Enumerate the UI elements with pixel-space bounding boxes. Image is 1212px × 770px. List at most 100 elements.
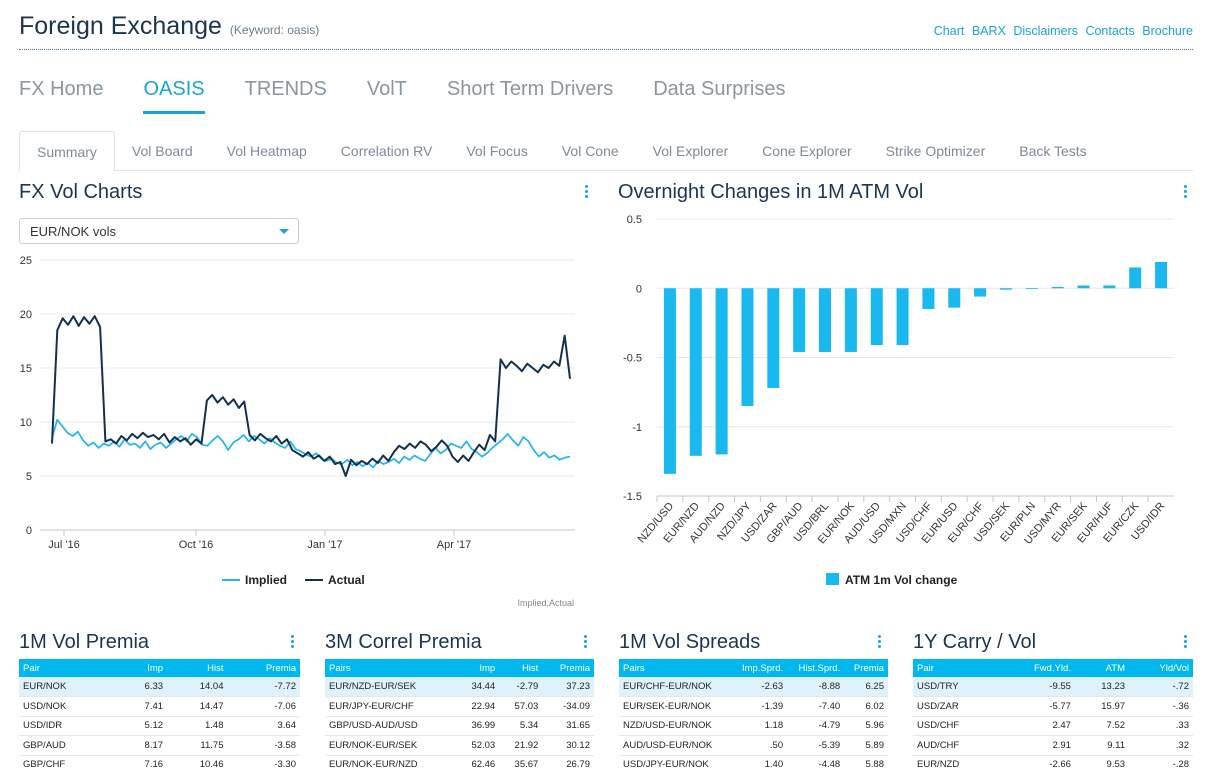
tab-vol-focus[interactable]: Vol Focus bbox=[449, 131, 544, 171]
tab-vol-board[interactable]: Vol Board bbox=[115, 131, 210, 171]
tab-strike-optimizer[interactable]: Strike Optimizer bbox=[869, 131, 1003, 171]
table-row[interactable]: EUR/SEK-EUR/NOK -1.39 -7.40 6.02 bbox=[619, 696, 888, 717]
nav-volt[interactable]: VolT bbox=[367, 78, 407, 114]
tab-back-tests[interactable]: Back Tests bbox=[1002, 131, 1103, 171]
table-cell: -.72 bbox=[1129, 677, 1193, 697]
column-header[interactable]: Imp bbox=[456, 659, 500, 677]
table-cell: -7.06 bbox=[227, 696, 300, 717]
link-disclaimers[interactable]: Disclaimers bbox=[1013, 24, 1078, 38]
bar bbox=[715, 288, 728, 455]
table-row[interactable]: USD/NOK 7.41 14.47 -7.06 bbox=[19, 696, 300, 717]
table-cell: 2.91 bbox=[998, 735, 1075, 756]
table-cell: EUR/NOK-EUR/SEK bbox=[325, 735, 457, 756]
column-header[interactable]: Yld/Vol bbox=[1129, 659, 1193, 677]
table-cell: -.36 bbox=[1129, 696, 1193, 717]
x-tick-label: Jan '17 bbox=[307, 539, 342, 551]
y-tick-label: 0 bbox=[636, 283, 642, 295]
bar bbox=[1155, 261, 1168, 289]
nav-fx-home[interactable]: FX Home bbox=[19, 78, 103, 114]
fx-vol-menu-icon[interactable] bbox=[585, 185, 589, 199]
link-contacts[interactable]: Contacts bbox=[1085, 24, 1134, 38]
bar bbox=[999, 288, 1012, 290]
page-title-text: Foreign Exchange bbox=[19, 12, 222, 40]
table-cell: -9.55 bbox=[998, 677, 1075, 697]
column-header[interactable]: Imp bbox=[116, 659, 168, 677]
table-row[interactable]: GBP/USD-AUD/USD 36.99 5.34 31.65 bbox=[325, 716, 594, 736]
table-cell: 15.97 bbox=[1074, 696, 1130, 717]
tab-cone-explorer[interactable]: Cone Explorer bbox=[745, 131, 869, 171]
table-cell: AUD/USD-EUR/NOK bbox=[619, 735, 731, 756]
vol-premia-menu-icon[interactable] bbox=[291, 635, 295, 649]
table-row[interactable]: USD/TRY -9.55 13.23 -.72 bbox=[913, 677, 1193, 697]
column-header[interactable]: Pair bbox=[19, 659, 117, 677]
table-cell: -2.79 bbox=[499, 677, 543, 697]
table-row[interactable]: EUR/CHF-EUR/NOK -2.63 -8.88 6.25 bbox=[619, 677, 888, 697]
table-cell: USD/ZAR bbox=[913, 696, 999, 717]
table-cell: 1.40 bbox=[730, 755, 788, 770]
table-cell: 10.46 bbox=[167, 755, 228, 770]
table-cell: 34.44 bbox=[456, 677, 500, 697]
bar bbox=[663, 288, 676, 474]
link-barx[interactable]: BARX bbox=[972, 24, 1006, 38]
table-cell: -4.79 bbox=[787, 716, 845, 736]
link-brochure[interactable]: Brochure bbox=[1142, 24, 1193, 38]
column-header[interactable]: Premia bbox=[844, 659, 888, 677]
vol-spreads-menu-icon[interactable] bbox=[878, 635, 882, 649]
table-cell: EUR/NZD-EUR/SEK bbox=[325, 677, 457, 697]
column-header[interactable]: Premia bbox=[542, 659, 594, 677]
table-cell: EUR/NOK-EUR/NZD bbox=[325, 755, 457, 770]
table-cell: 57.03 bbox=[499, 696, 543, 717]
nav-short-term-drivers[interactable]: Short Term Drivers bbox=[447, 78, 613, 114]
table-row[interactable]: EUR/JPY-EUR/CHF 22.94 57.03 -34.09 bbox=[325, 696, 594, 717]
table-row[interactable]: USD/CHF 2.47 7.52.33 bbox=[913, 716, 1193, 736]
carry-vol-menu-icon[interactable] bbox=[1184, 635, 1188, 649]
nav-data-surprises[interactable]: Data Surprises bbox=[653, 78, 785, 114]
table-row[interactable]: EUR/NOK-EUR/NZD 62.46 35.67 26.79 bbox=[325, 755, 594, 770]
table-row[interactable]: EUR/NZD -2.66 9.53 -.28 bbox=[913, 755, 1193, 770]
column-header[interactable]: Fwd.Yld. bbox=[998, 659, 1075, 677]
nav-trends[interactable]: TRENDS bbox=[245, 78, 327, 114]
table-row[interactable]: EUR/NOK-EUR/SEK 52.03 21.92 30.12 bbox=[325, 735, 594, 756]
table-header-row: Pairs Imp.Sprd. Hist.Sprd. Premia bbox=[619, 659, 888, 677]
table-row[interactable]: NZD/USD-EUR/NOK 1.18 -4.79 5.96 bbox=[619, 716, 888, 736]
tab-vol-cone[interactable]: Vol Cone bbox=[545, 131, 636, 171]
column-header[interactable]: Pair bbox=[913, 659, 999, 677]
table-row[interactable]: USD/IDR 5.12 1.48 3.64 bbox=[19, 716, 300, 736]
table-row[interactable]: GBP/AUD 8.17 11.75 -3.58 bbox=[19, 735, 300, 756]
legend-label: Implied bbox=[245, 573, 287, 587]
table-row[interactable]: EUR/NZD-EUR/SEK 34.44 -2.79 37.23 bbox=[325, 677, 594, 697]
table-row[interactable]: AUD/CHF 2.91 9.11.32 bbox=[913, 735, 1193, 756]
sub-tabs: Summary Vol Board Vol Heatmap Correlatio… bbox=[19, 131, 1193, 172]
table-cell: -34.09 bbox=[542, 696, 594, 717]
column-header[interactable]: Pairs bbox=[325, 659, 457, 677]
tab-vol-heatmap[interactable]: Vol Heatmap bbox=[210, 131, 324, 171]
column-header[interactable]: Pairs bbox=[619, 659, 731, 677]
table-row[interactable]: USD/ZAR -5.77 15.97 -.36 bbox=[913, 696, 1193, 717]
table-row[interactable]: AUD/USD-EUR/NOK .50 -5.39 5.89 bbox=[619, 735, 888, 756]
column-header[interactable]: Hist.Sprd. bbox=[787, 659, 845, 677]
y-tick-label: -1.5 bbox=[623, 491, 642, 503]
tab-summary[interactable]: Summary bbox=[19, 131, 115, 172]
overnight-menu-icon[interactable] bbox=[1184, 185, 1188, 199]
tab-vol-explorer[interactable]: Vol Explorer bbox=[636, 131, 745, 171]
vol-pair-dropdown[interactable]: EUR/NOK vols bbox=[19, 218, 299, 244]
link-chart[interactable]: Chart bbox=[934, 24, 965, 38]
table-cell: -7.72 bbox=[227, 677, 300, 697]
column-header[interactable]: ATM bbox=[1074, 659, 1130, 677]
nav-oasis[interactable]: OASIS bbox=[143, 78, 205, 114]
column-header[interactable]: Imp.Sprd. bbox=[730, 659, 788, 677]
y-tick-label: 5 bbox=[26, 471, 32, 483]
series-line-actual bbox=[51, 315, 571, 477]
column-header[interactable]: Hist bbox=[167, 659, 228, 677]
tab-correlation-rv[interactable]: Correlation RV bbox=[324, 131, 450, 171]
table-row[interactable]: GBP/CHF 7.16 10.46 -3.30 bbox=[19, 755, 300, 770]
table-row[interactable]: USD/JPY-EUR/NOK 1.40 -4.48 5.88 bbox=[619, 755, 888, 770]
column-header[interactable]: Hist bbox=[499, 659, 543, 677]
table-row[interactable]: EUR/NOK 6.33 14.04 -7.72 bbox=[19, 677, 300, 697]
correl-premia-menu-icon[interactable] bbox=[584, 635, 588, 649]
main-nav: FX Home OASIS TRENDS VolT Short Term Dri… bbox=[19, 78, 825, 114]
column-header[interactable]: Premia bbox=[227, 659, 300, 677]
vol-spreads-table: Pairs Imp.Sprd. Hist.Sprd. Premia EUR/CHF-EU… bbox=[619, 659, 888, 770]
y-tick-label: 10 bbox=[20, 417, 32, 429]
y-tick-label: 0.5 bbox=[627, 214, 642, 226]
